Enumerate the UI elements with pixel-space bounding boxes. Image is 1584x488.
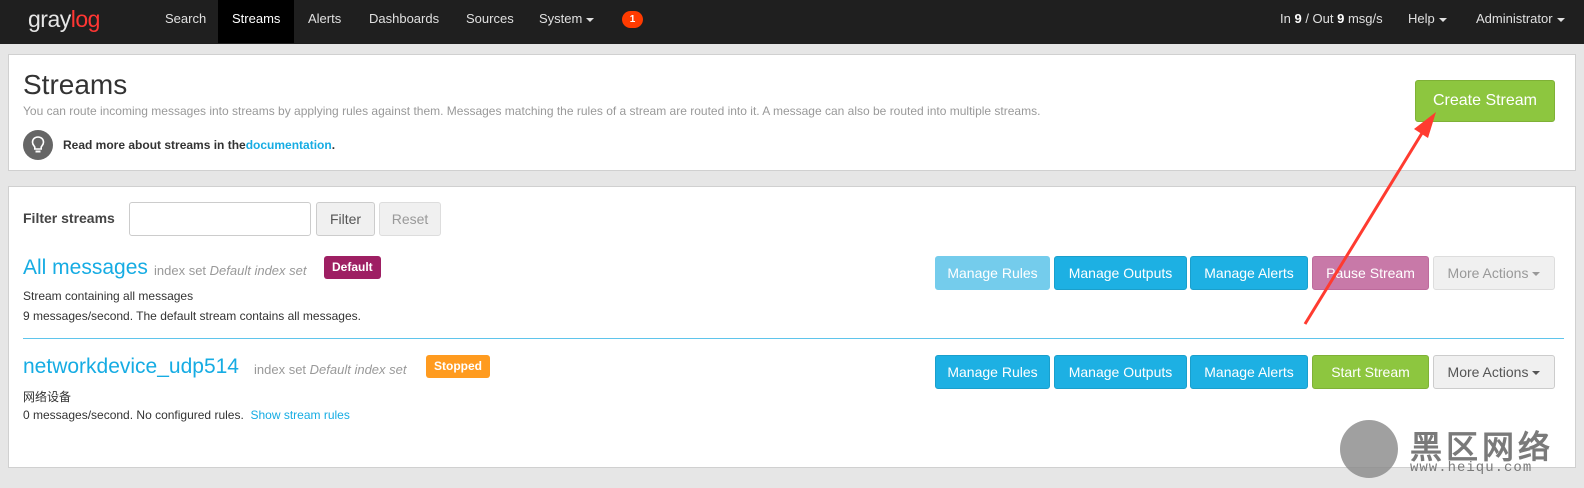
caret-down-icon xyxy=(1438,17,1447,22)
stopped-badge: Stopped xyxy=(426,355,490,378)
more-actions-dropdown[interactable]: More Actions xyxy=(1433,355,1555,389)
manage-rules-button[interactable]: Manage Rules xyxy=(935,355,1050,389)
stream-title-networkdevice[interactable]: networkdevice_udp514 xyxy=(23,355,239,379)
stream-description: Stream containing all messages xyxy=(23,289,194,303)
manage-rules-button[interactable]: Manage Rules xyxy=(935,256,1050,290)
stream-index-set: index set Default index set xyxy=(254,362,407,377)
manage-alerts-button[interactable]: Manage Alerts xyxy=(1190,355,1308,389)
watermark: 黑区网络 www.heiqu.com xyxy=(1340,420,1576,484)
stream-throughput: 0 messages/second. No configured rules. … xyxy=(23,408,350,422)
nav-streams[interactable]: Streams xyxy=(218,0,295,43)
stream-divider xyxy=(23,338,1564,339)
manage-outputs-button[interactable]: Manage Outputs xyxy=(1054,355,1187,389)
documentation-link[interactable]: documentation xyxy=(246,138,332,152)
stream-description: 网络设备 xyxy=(23,390,72,404)
page-description: You can route incoming messages into str… xyxy=(23,104,1041,118)
watermark-logo-icon xyxy=(1340,420,1398,478)
nav-search[interactable]: Search xyxy=(151,0,220,43)
watermark-url: www.heiqu.com xyxy=(1410,460,1533,476)
graylog-logo[interactable]: graylog xyxy=(28,6,100,33)
caret-down-icon xyxy=(1532,371,1541,376)
nav-user-dropdown[interactable]: Administrator xyxy=(1462,0,1579,43)
caret-down-icon xyxy=(1532,272,1541,277)
default-badge: Default xyxy=(324,256,381,279)
page-title: Streams xyxy=(23,69,128,100)
manage-alerts-button[interactable]: Manage Alerts xyxy=(1190,256,1308,290)
nav-dashboards[interactable]: Dashboards xyxy=(355,0,453,43)
nav-help-dropdown[interactable]: Help xyxy=(1394,0,1461,43)
documentation-hint: Read more about streams in the documenta… xyxy=(23,130,335,160)
manage-outputs-button[interactable]: Manage Outputs xyxy=(1054,256,1187,290)
stream-throughput: 9 messages/second. The default stream co… xyxy=(23,309,361,323)
caret-down-icon xyxy=(1556,17,1565,22)
caret-down-icon xyxy=(586,17,595,22)
create-stream-button[interactable]: Create Stream xyxy=(1415,80,1555,122)
streams-header-panel: Streams You can route incoming messages … xyxy=(8,54,1576,171)
reset-button[interactable]: Reset xyxy=(379,202,441,236)
filter-label: Filter streams xyxy=(23,210,115,226)
nav-alerts[interactable]: Alerts xyxy=(294,0,355,43)
filter-button[interactable]: Filter xyxy=(316,202,375,236)
filter-streams-input[interactable] xyxy=(129,202,311,236)
throughput-indicator: In 9 / Out 9 msg/s xyxy=(1280,11,1383,26)
top-navbar: graylog Search Streams Alerts Dashboards… xyxy=(0,0,1584,44)
stream-title-all-messages[interactable]: All messages xyxy=(23,256,148,280)
nav-system-dropdown[interactable]: System xyxy=(525,0,608,43)
more-actions-dropdown[interactable]: More Actions xyxy=(1433,256,1555,290)
notification-badge[interactable]: 1 xyxy=(622,11,643,28)
lightbulb-icon xyxy=(23,130,53,160)
start-stream-button[interactable]: Start Stream xyxy=(1312,355,1429,389)
nav-sources[interactable]: Sources xyxy=(452,0,528,43)
stream-index-set: index set Default index set xyxy=(154,263,307,278)
show-stream-rules-link[interactable]: Show stream rules xyxy=(250,408,349,422)
pause-stream-button[interactable]: Pause Stream xyxy=(1312,256,1429,290)
